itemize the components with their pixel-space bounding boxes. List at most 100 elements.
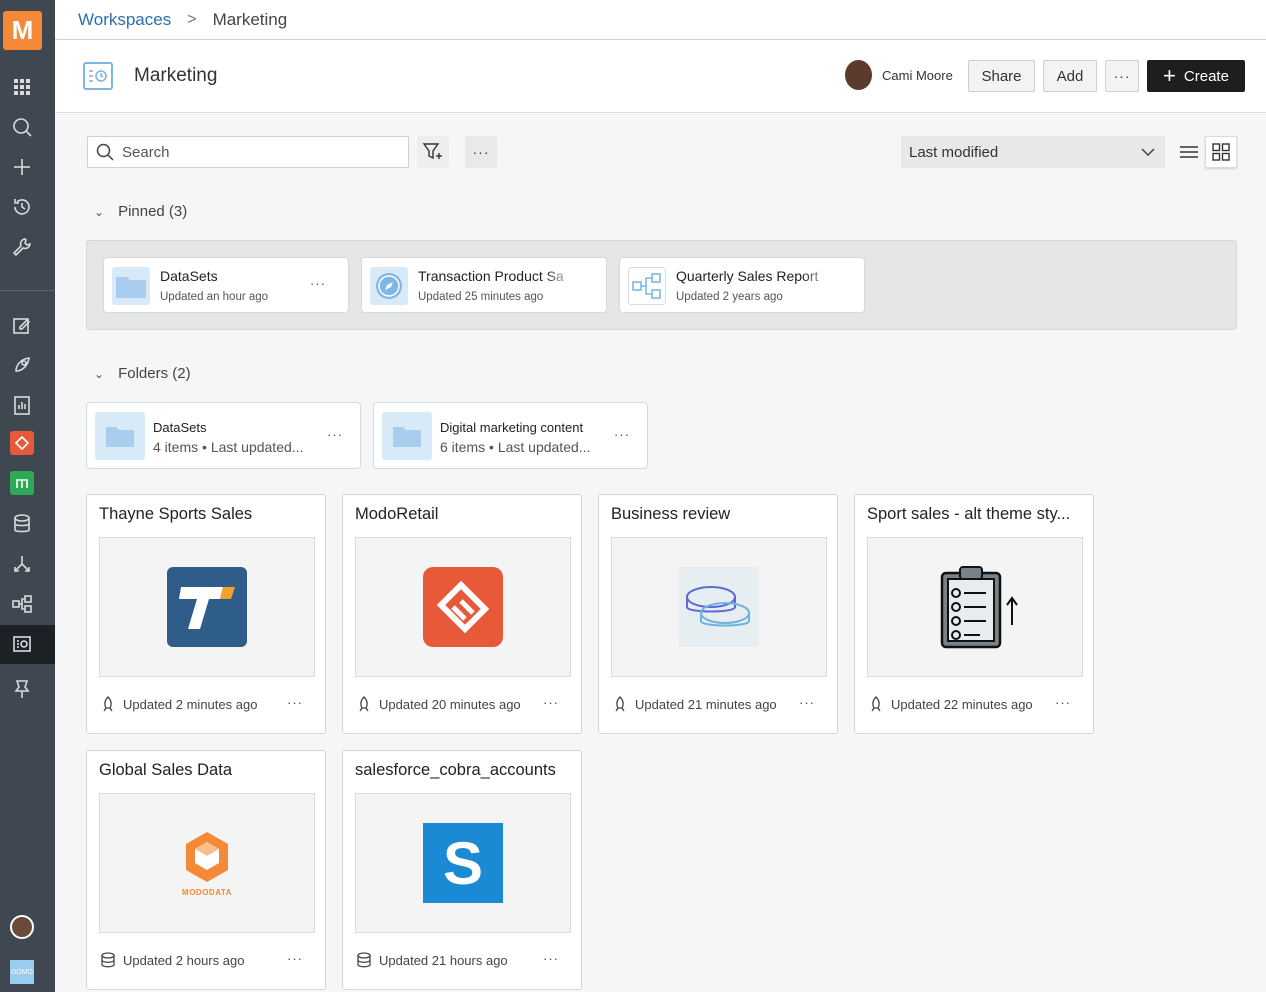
plus-icon: + xyxy=(1163,63,1176,88)
more-menu-icon[interactable]: ··· xyxy=(310,276,326,291)
pinned-card[interactable]: DataSets Updated an hour ago ··· xyxy=(103,257,349,313)
more-menu-icon[interactable]: ··· xyxy=(287,951,303,966)
search-icon[interactable] xyxy=(9,114,35,140)
rocket-icon[interactable] xyxy=(9,352,35,378)
content-tile[interactable]: Sport sales - alt theme sty... Updated 2… xyxy=(854,494,1094,734)
dataset-icon xyxy=(355,951,373,969)
grid-view-button[interactable] xyxy=(1205,136,1237,168)
sort-select[interactable]: Last modified xyxy=(901,136,1165,168)
list-view-button[interactable] xyxy=(1173,136,1205,168)
history-icon[interactable] xyxy=(9,194,35,220)
breadcrumb-workspaces-link[interactable]: Workspaces xyxy=(78,10,171,30)
tile-title: salesforce_cobra_accounts xyxy=(355,761,556,779)
pinned-updated: Updated an hour ago xyxy=(160,291,269,303)
breadcrumb-separator-icon: > xyxy=(187,10,197,28)
workspace-icon[interactable] xyxy=(9,631,35,657)
owner-name: Cami Moore xyxy=(882,67,953,83)
app-icon xyxy=(867,695,885,713)
tile-title: Business review xyxy=(611,505,731,523)
folder-name: Digital marketing content xyxy=(440,420,584,435)
more-menu-icon[interactable]: ··· xyxy=(799,695,815,710)
tile-title: ModoRetail xyxy=(355,505,439,523)
coins-icon xyxy=(679,567,759,647)
app-icon xyxy=(611,695,629,713)
salesforce-s-logo-icon: S xyxy=(423,823,503,903)
owner-avatar xyxy=(845,60,872,90)
apps-grid-icon[interactable] xyxy=(9,74,35,100)
lineage-icon[interactable] xyxy=(9,591,35,617)
workspace-owner[interactable]: Cami Moore xyxy=(845,60,953,90)
tile-thumbnail: MODODATA xyxy=(99,793,315,933)
folders-section-toggle[interactable]: ⌄ Folders (2) xyxy=(94,365,191,382)
tile-footer: Updated 20 minutes ago xyxy=(355,695,521,713)
left-nav-rail: M DOMO xyxy=(0,0,55,992)
clipboard-checklist-icon xyxy=(940,566,1018,649)
mododata-hexagon-icon xyxy=(186,831,228,882)
more-menu-icon[interactable]: ··· xyxy=(543,695,559,710)
chevron-down-icon: ⌄ xyxy=(94,204,105,219)
pinned-card[interactable]: Quarterly Sales Report Updated 2 years a… xyxy=(619,257,865,313)
more-menu-icon[interactable]: ··· xyxy=(543,951,559,966)
app-logo[interactable]: M xyxy=(3,11,42,50)
edit-sparkle-icon[interactable] xyxy=(9,312,35,338)
content-tile[interactable]: ModoRetail Updated 20 minutes ago ··· xyxy=(342,494,582,734)
dataflow-icon[interactable] xyxy=(9,551,35,577)
chevron-down-icon xyxy=(1141,148,1155,156)
add-button[interactable]: Add xyxy=(1043,60,1097,92)
content-tile[interactable]: Business review Updated 21 minutes ago ·… xyxy=(598,494,838,734)
breadcrumb-current: Marketing xyxy=(212,9,288,29)
share-button[interactable]: Share xyxy=(968,60,1035,92)
pinned-name: Quarterly Sales Report xyxy=(676,268,819,284)
search-icon xyxy=(96,143,114,161)
pin-icon[interactable] xyxy=(9,676,35,702)
list-icon xyxy=(1180,146,1198,158)
chevron-down-icon: ⌄ xyxy=(94,366,105,381)
more-menu-icon[interactable]: ··· xyxy=(287,695,303,710)
more-options-button[interactable]: ··· xyxy=(1105,60,1139,92)
folder-icon xyxy=(95,412,145,460)
domo-logo: DOMO xyxy=(10,960,34,984)
tile-thumbnail xyxy=(611,537,827,677)
more-menu-icon[interactable]: ··· xyxy=(1055,695,1071,710)
tile-footer: Updated 2 hours ago xyxy=(99,951,244,969)
modo-retail-icon[interactable] xyxy=(10,431,34,455)
tile-footer: Updated 22 minutes ago xyxy=(867,695,1033,713)
report-icon[interactable] xyxy=(9,392,35,418)
folder-icon xyxy=(112,267,150,305)
folder-card[interactable]: DataSets 4 items • Last updated... ··· xyxy=(86,402,361,469)
plus-icon[interactable] xyxy=(9,154,35,180)
search-input[interactable] xyxy=(122,143,402,161)
tile-thumbnail xyxy=(355,537,571,677)
filter-add-icon xyxy=(422,143,442,160)
tile-title: Thayne Sports Sales xyxy=(99,505,253,523)
app-icon xyxy=(355,695,373,713)
pinned-section-toggle[interactable]: ⌄ Pinned (3) xyxy=(94,203,187,220)
content-tile[interactable]: Thayne Sports Sales Updated 2 minutes ag… xyxy=(86,494,326,734)
create-button[interactable]: + Create xyxy=(1147,60,1245,92)
content-tile[interactable]: Global Sales Data MODODATA Updated 2 hou… xyxy=(86,750,326,990)
rail-divider xyxy=(0,290,55,291)
more-menu-icon[interactable]: ··· xyxy=(614,427,630,442)
search-field[interactable] xyxy=(87,136,409,168)
folder-meta: 6 items • Last updated... xyxy=(440,439,591,455)
pinned-heading: Pinned (3) xyxy=(118,203,188,220)
pinned-card[interactable]: Transaction Product Sa Updated 25 minute… xyxy=(361,257,607,313)
more-menu-icon[interactable]: ··· xyxy=(327,427,343,442)
filter-button[interactable] xyxy=(417,136,449,168)
mododata-wordmark: MODODATA xyxy=(182,887,232,897)
user-avatar[interactable] xyxy=(10,915,34,939)
mododata-logo: MODODATA xyxy=(182,830,232,897)
chart-app-icon[interactable] xyxy=(10,471,34,495)
tile-footer: Updated 21 hours ago xyxy=(355,951,508,969)
toolbar-more-button[interactable]: ··· xyxy=(465,136,497,168)
tile-thumbnail xyxy=(99,537,315,677)
tile-footer: Updated 2 minutes ago xyxy=(99,695,257,713)
folder-icon xyxy=(382,412,432,460)
tile-thumbnail xyxy=(867,537,1083,677)
workspace-header: Marketing Cami Moore Share Add ··· + Cre… xyxy=(55,40,1266,113)
database-icon[interactable] xyxy=(9,511,35,537)
wrench-icon[interactable] xyxy=(9,234,35,260)
folder-card[interactable]: Digital marketing content 6 items • Last… xyxy=(373,402,648,469)
pinned-updated: Updated 2 years ago xyxy=(676,291,783,303)
content-tile[interactable]: salesforce_cobra_accounts S Updated 21 h… xyxy=(342,750,582,990)
